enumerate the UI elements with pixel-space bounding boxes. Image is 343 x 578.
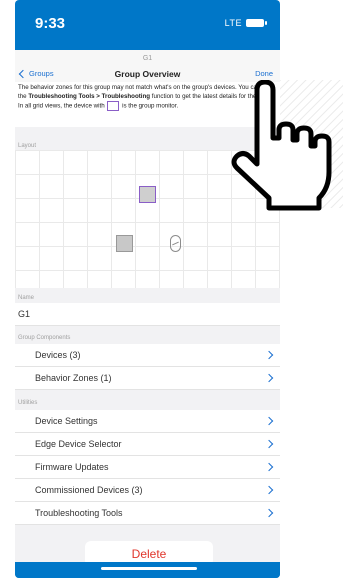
row-label: Commissioned Devices (3) — [35, 485, 143, 495]
row-edge-device-selector[interactable]: Edge Device Selector — [15, 433, 280, 456]
home-indicator[interactable] — [101, 567, 197, 570]
back-label: Groups — [29, 69, 54, 78]
chevron-right-icon — [264, 508, 274, 518]
row-commissioned-devices[interactable]: Commissioned Devices (3) — [15, 479, 280, 502]
section-name: Name — [18, 295, 35, 301]
row-label: Device Settings — [35, 416, 98, 426]
sensor-icon[interactable] — [170, 235, 181, 252]
pointing-hand-icon — [231, 80, 332, 211]
row-devices[interactable]: Devices (3) — [15, 344, 280, 367]
done-button[interactable]: Done — [255, 69, 273, 78]
section-layout: Layout — [18, 143, 37, 149]
chevron-left-icon — [18, 69, 28, 78]
row-label: Troubleshooting Tools — [35, 508, 123, 518]
delete-button[interactable]: Delete — [85, 541, 213, 562]
chevron-right-icon — [264, 373, 274, 383]
network-indicator: LTE — [224, 18, 242, 28]
row-label: Devices (3) — [35, 350, 81, 360]
device-cell[interactable] — [116, 235, 133, 252]
row-label: Firmware Updates — [35, 462, 109, 472]
home-bar — [15, 562, 280, 578]
name-value: G1 — [18, 309, 31, 319]
name-field[interactable]: G1 — [15, 303, 280, 326]
nav-subtitle: G1 — [142, 55, 153, 62]
status-bar: 9:33 LTE — [15, 0, 280, 50]
notice-text-3: In all grid views, the device with — [18, 102, 107, 110]
row-firmware-updates[interactable]: Firmware Updates — [15, 456, 280, 479]
monitor-swatch — [107, 101, 120, 112]
battery-icon — [246, 19, 267, 27]
row-device-settings[interactable]: Device Settings — [15, 410, 280, 433]
back-button[interactable]: Groups — [18, 69, 54, 78]
notice-bold: Troubleshooting Tools > Troubleshooting — [28, 92, 151, 100]
section-components: Group Components — [18, 335, 71, 341]
section-utilities: Utilities — [18, 400, 38, 406]
row-troubleshooting-tools[interactable]: Troubleshooting Tools — [15, 502, 280, 525]
row-label: Edge Device Selector — [35, 439, 122, 449]
row-behavior-zones[interactable]: Behavior Zones (1) — [15, 367, 280, 390]
status-time: 9:33 — [35, 15, 66, 32]
chevron-right-icon — [264, 485, 274, 495]
nav-bar: G1 Group Overview Groups Done — [15, 50, 280, 82]
page-title: Group Overview — [114, 69, 181, 79]
row-label: Behavior Zones (1) — [35, 373, 112, 383]
device-cell-monitor[interactable] — [139, 186, 156, 203]
chevron-right-icon — [264, 416, 274, 426]
notice-text-4: is the group monitor. — [120, 102, 179, 110]
chevron-right-icon — [264, 439, 274, 449]
chevron-right-icon — [264, 462, 274, 472]
chevron-right-icon — [264, 350, 274, 360]
